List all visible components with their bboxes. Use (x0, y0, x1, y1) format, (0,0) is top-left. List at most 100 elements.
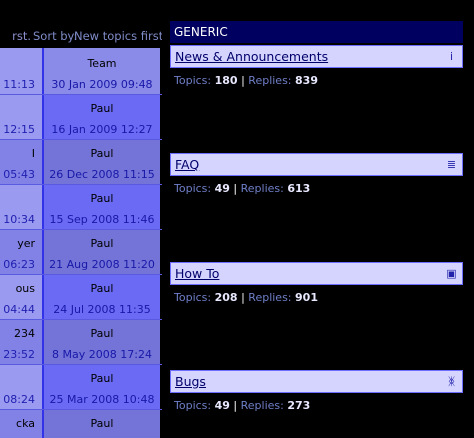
topics-count: 208 (214, 291, 238, 304)
last-post-time: 11:13 (3, 78, 35, 91)
forum-block: FAQ ≣ Topics: 49 | Replies: 613 (170, 153, 463, 195)
topics-count: 49 (214, 399, 230, 412)
last-post-cell: cka04:14 (0, 410, 44, 438)
author-cell: Paul25 Mar 2008 08:22 (44, 410, 160, 438)
author-name[interactable]: Paul (44, 192, 160, 205)
post-date[interactable]: 26 Dec 2008 11:15 (44, 168, 160, 181)
topics-label: Topics: (174, 291, 212, 304)
topic-fragment: cka (16, 417, 35, 430)
author-name[interactable]: Paul (44, 282, 160, 295)
post-date[interactable]: 8 May 2008 17:24 (44, 348, 160, 361)
table-row[interactable]: I 05:43 Paul 26 Dec 2008 11:15 (0, 140, 162, 185)
topics-count: 49 (214, 182, 230, 195)
forum-block: News & Announcements i Topics: 180 | Repli… (170, 45, 463, 87)
list-icon: ≣ (446, 158, 457, 171)
forum-panel: GENERIC News & Announcements i Topics: 180… (170, 21, 463, 412)
post-date[interactable]: 21 Aug 2008 11:20 (44, 258, 160, 271)
post-date[interactable]: 24 Jul 2008 11:35 (44, 303, 160, 316)
topics-label: Topics: (174, 74, 212, 87)
author-name[interactable]: Paul (44, 237, 160, 250)
topic-fragment: ous (15, 282, 35, 295)
forum-title-bar: Bugs ᛤ (170, 370, 463, 393)
replies-count: 901 (295, 291, 318, 304)
sort-prefix: rst. (12, 29, 31, 43)
topic-fragment: yer (17, 237, 35, 250)
author-cell: Paul 16 Jan 2009 12:27 (44, 95, 160, 139)
author-name[interactable]: Paul (44, 327, 160, 340)
last-post-time: 23:52 (3, 348, 35, 361)
table-row[interactable]: yer 06:23 Paul 21 Aug 2008 11:20 (0, 230, 162, 275)
last-post-cell: ous 04:44 (0, 275, 44, 319)
replies-label: Replies: (240, 399, 284, 412)
replies-label: Replies: (240, 182, 284, 195)
team-label: Team (87, 57, 117, 70)
forum-stats: Topics: 208 | Replies: 901 (170, 291, 463, 304)
table-row[interactable]: 10:34 Paul 15 Sep 2008 11:46 (0, 185, 162, 230)
last-post-time: 08:24 (3, 393, 35, 406)
author-name[interactable]: Paul (44, 147, 160, 160)
author-cell: Paul 21 Aug 2008 11:20 (44, 230, 160, 274)
author-cell: Paul 24 Jul 2008 11:35 (44, 275, 160, 319)
topics-count: 180 (214, 74, 238, 87)
last-post-cell: 10:34 (0, 185, 44, 229)
forum-link[interactable]: FAQ (175, 157, 199, 172)
topic-list-table: rst. Sort by: New topics first 11:13 Tea… (0, 0, 162, 438)
team-cell: Team 30 Jan 2009 09:48 (44, 48, 160, 94)
post-date[interactable]: 16 Jan 2009 12:27 (44, 123, 160, 136)
sort-bar: rst. Sort by: New topics first (0, 26, 162, 46)
document-icon: ▣ (446, 267, 457, 280)
stats-separator: | (241, 74, 245, 87)
author-cell: Paul 25 Mar 2008 10:48 (44, 365, 160, 409)
sort-label: Sort by: (33, 29, 78, 43)
sort-select[interactable]: New topics first (74, 26, 162, 46)
table-row[interactable]: 11:13 Team 30 Jan 2009 09:48 (0, 48, 162, 95)
topics-label: Topics: (174, 399, 212, 412)
last-post-time: 12:15 (3, 123, 35, 136)
forum-stats: Topics: 180 | Replies: 839 (170, 74, 463, 87)
last-post-cell: 11:13 (0, 48, 44, 94)
author-cell: Paul 15 Sep 2008 11:46 (44, 185, 160, 229)
topic-fragment: I (31, 147, 35, 160)
info-icon: i (449, 50, 454, 63)
table-row[interactable]: 12:15 Paul 16 Jan 2009 12:27 (0, 95, 162, 140)
stats-separator: | (233, 182, 238, 195)
table-row[interactable]: ous 04:44 Paul 24 Jul 2008 11:35 (0, 275, 162, 320)
replies-label: Replies: (248, 74, 292, 87)
replies-count: 613 (287, 182, 311, 195)
table-row[interactable]: cka04:14Paul25 Mar 2008 08:22 (0, 410, 162, 438)
stats-separator: | (233, 399, 238, 412)
forum-stats: Topics: 49 | Replies: 273 (170, 399, 463, 412)
author-name[interactable]: Paul (44, 372, 160, 385)
last-post-time: 04:44 (3, 303, 35, 316)
last-post-cell: 08:24 (0, 365, 44, 409)
replies-count: 273 (287, 399, 311, 412)
last-post-time: 10:34 (3, 213, 35, 226)
topics-label: Topics: (174, 182, 212, 195)
team-date[interactable]: 30 Jan 2009 09:48 (44, 78, 160, 91)
last-post-cell: yer 06:23 (0, 230, 44, 274)
post-date[interactable]: 15 Sep 2008 11:46 (44, 213, 160, 226)
last-post-cell: I 05:43 (0, 140, 44, 184)
forum-link[interactable]: Bugs (175, 374, 206, 389)
author-name[interactable]: Paul (44, 102, 160, 115)
forum-block: Bugs ᛤ Topics: 49 | Replies: 273 (170, 370, 463, 412)
table-row[interactable]: 08:24 Paul 25 Mar 2008 10:48 (0, 365, 162, 410)
bug-icon: ᛤ (448, 375, 455, 388)
last-post-time: 05:43 (3, 168, 35, 181)
forum-title-bar: News & Announcements i (170, 45, 463, 68)
forum-link[interactable]: News & Announcements (175, 49, 328, 64)
forum-block: How To ▣ Topics: 208 | Replies: 901 (170, 262, 463, 304)
author-cell: Paul 8 May 2008 17:24 (44, 320, 160, 364)
stats-separator: | (241, 291, 245, 304)
post-date[interactable]: 25 Mar 2008 10:48 (44, 393, 160, 406)
last-post-cell: 234 23:52 (0, 320, 44, 364)
forum-link[interactable]: How To (175, 266, 219, 281)
table-row[interactable]: 234 23:52 Paul 8 May 2008 17:24 (0, 320, 162, 365)
author-name[interactable]: Paul (44, 417, 160, 430)
last-post-cell: 12:15 (0, 95, 44, 139)
forum-title-bar: How To ▣ (170, 262, 463, 285)
replies-label: Replies: (248, 291, 292, 304)
replies-count: 839 (295, 74, 318, 87)
topic-fragment: 234 (14, 327, 35, 340)
last-post-time: 06:23 (3, 258, 35, 271)
